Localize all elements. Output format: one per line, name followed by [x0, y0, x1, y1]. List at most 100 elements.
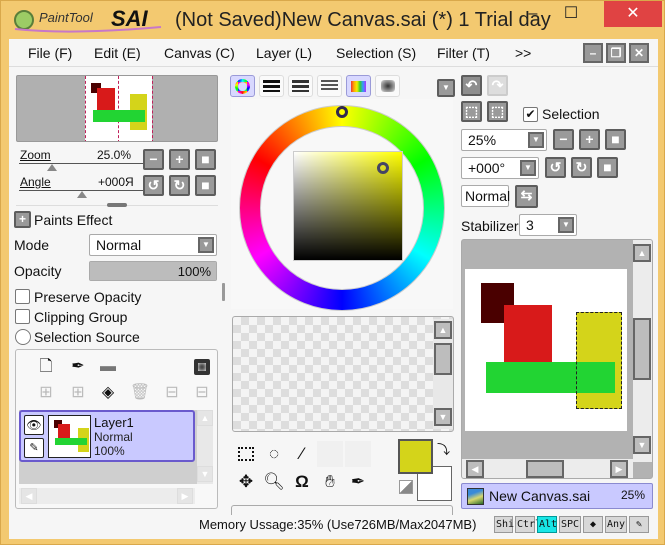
new-layer-icon[interactable]: 🗋 — [35, 356, 57, 378]
layer-scroll-down[interactable]: ▼ — [197, 466, 213, 482]
canvas-angle-reset-button[interactable]: ■ — [597, 157, 618, 178]
minimize-button[interactable]: – — [513, 1, 553, 27]
canvas-scroll-down[interactable]: ▼ — [633, 436, 651, 454]
selection-source-radio[interactable] — [15, 329, 31, 345]
canvas-rotate-cw-button[interactable]: ↻ — [571, 157, 592, 178]
mode-dropdown[interactable]: Normal ▼ — [89, 234, 217, 256]
merge-down-icon[interactable]: ⊟ — [191, 382, 213, 404]
menu-edit[interactable]: Edit (E) — [94, 45, 141, 61]
mdi-restore-button[interactable]: ❐ — [606, 43, 626, 63]
maximize-button[interactable]: ☐ — [551, 1, 591, 27]
canvas-scroll-thumb-h[interactable] — [526, 460, 564, 478]
canvas-zoom-dropdown[interactable]: 25% ▼ — [461, 129, 547, 151]
tab-swatches[interactable] — [346, 75, 371, 97]
rotate-cw-button[interactable]: ↻ — [169, 175, 190, 196]
menu-layer[interactable]: Layer (L) — [256, 45, 312, 61]
redo-button[interactable]: ↷ — [487, 75, 508, 96]
canvas-scroll-thumb-v[interactable] — [633, 318, 651, 380]
tab-hsv-sliders[interactable] — [288, 75, 313, 97]
menu-filter[interactable]: Filter (T) — [437, 45, 490, 61]
color-menu-dropdown[interactable]: ▼ — [437, 79, 455, 97]
layer-scroll-up[interactable]: ▲ — [197, 410, 213, 426]
zoom-slider[interactable] — [19, 163, 143, 171]
hue-cursor[interactable] — [336, 106, 348, 118]
paste-layer-icon[interactable]: ⊞ — [35, 382, 57, 404]
close-button[interactable]: ✕ — [604, 1, 662, 27]
angle-slider[interactable] — [19, 190, 143, 198]
rect-select-tool[interactable] — [233, 441, 259, 467]
deselect-button[interactable]: ⬚ — [461, 101, 482, 122]
modifier-alt[interactable]: Alt — [537, 516, 557, 533]
layer-scrollbar-v[interactable]: ▲ ▼ — [197, 410, 213, 484]
mdi-close-button[interactable]: ✕ — [629, 43, 649, 63]
canvas-zoom-out-button[interactable]: − — [553, 129, 574, 150]
canvas-scrollbar-h[interactable]: ◀ ▶ — [462, 459, 633, 478]
opacity-slider[interactable]: 100% — [89, 261, 217, 281]
mdi-minimize-button[interactable]: – — [583, 43, 603, 63]
canvas-scroll-left[interactable]: ◀ — [466, 460, 484, 478]
pen-pressure-icon[interactable]: ✎ — [629, 516, 649, 533]
tab-rgb-sliders[interactable] — [259, 75, 284, 97]
swatch-scrollbar[interactable]: ▲ ▼ — [433, 319, 453, 429]
modifier-ctrl[interactable]: Ctrl — [515, 516, 541, 533]
undo-button[interactable]: ↶ — [461, 75, 482, 96]
lasso-tool[interactable]: ◌ — [261, 441, 287, 467]
layer-row[interactable]: 👁 ✎ Layer1 Normal 100% — [19, 410, 195, 462]
delete-layer-icon[interactable]: 🗑 — [129, 382, 151, 404]
angle-slider-thumb[interactable] — [77, 191, 87, 198]
menu-more[interactable]: >> — [515, 45, 531, 61]
reset-colors-icon[interactable] — [399, 480, 413, 494]
zoom-tool[interactable]: 🔍︎ — [261, 469, 287, 495]
canvas-scrollbar-v[interactable]: ▲ ▼ — [633, 240, 652, 462]
swap-colors-icon[interactable]: ⤵ — [437, 439, 450, 458]
swatch-scroll-thumb[interactable] — [434, 343, 452, 375]
new-linework-layer-icon[interactable]: ✒ — [67, 356, 89, 378]
canvas-zoom-reset-button[interactable]: ■ — [605, 129, 626, 150]
layer-scrollbar-h[interactable]: ◀ ▶ — [19, 488, 195, 504]
zoom-slider-thumb[interactable] — [47, 164, 57, 171]
canvas-view[interactable]: ▲ ▼ ◀ ▶ — [461, 239, 653, 479]
invert-selection-button[interactable]: ⬚ — [487, 101, 508, 122]
canvas-scroll-right[interactable]: ▶ — [610, 460, 628, 478]
tab-scratchpad[interactable] — [375, 75, 400, 97]
primary-color[interactable] — [398, 439, 433, 474]
panel-scroll-indicator[interactable] — [222, 283, 225, 301]
eye-icon[interactable]: 👁 — [24, 415, 44, 435]
eyedropper-tool[interactable]: ✒ — [345, 469, 371, 495]
modifier-space[interactable]: SPC — [559, 516, 581, 533]
canvas-zoom-in-button[interactable]: + — [579, 129, 600, 150]
canvas-tab[interactable]: New Canvas.sai 25% — [461, 483, 653, 509]
preserve-opacity-checkbox[interactable] — [15, 289, 30, 304]
new-mask-icon[interactable] — [191, 356, 213, 378]
rotate-ccw-button[interactable]: ↺ — [143, 175, 164, 196]
canvas-rotate-ccw-button[interactable]: ↺ — [545, 157, 566, 178]
magic-wand-tool[interactable]: ⁄ — [289, 441, 315, 467]
canvas-angle-dropdown[interactable]: +000° ▼ — [461, 157, 539, 179]
sv-cursor[interactable] — [377, 162, 389, 174]
brush-lock-icon[interactable]: ✎ — [24, 438, 44, 458]
stabilizer-dropdown[interactable]: 3 ▼ — [519, 214, 577, 236]
paints-effect-label[interactable]: Paints Effect — [34, 212, 112, 228]
selection-checkbox[interactable]: ✔ — [523, 107, 538, 122]
hand-tool[interactable]: ✋︎ — [317, 469, 343, 495]
zoom-in-button[interactable]: + — [169, 149, 190, 170]
paints-effect-expand-icon[interactable]: + — [14, 211, 31, 228]
clipping-group-checkbox[interactable] — [15, 309, 30, 324]
splitter-handle[interactable] — [107, 203, 127, 207]
layer-scroll-left[interactable]: ◀ — [21, 488, 37, 504]
modifier-any[interactable]: Any — [605, 516, 627, 533]
menu-file[interactable]: File (F) — [28, 45, 72, 61]
rotate-tool[interactable]: Ω — [289, 469, 315, 495]
blend-mode-button[interactable]: Normal — [461, 185, 510, 207]
cut-layer-icon[interactable]: ⊞ — [67, 382, 89, 404]
move-tool[interactable]: ✥ — [233, 469, 259, 495]
menu-selection[interactable]: Selection (S) — [336, 45, 416, 61]
transfer-down-icon[interactable]: ⊟ — [161, 382, 183, 404]
brush-tabs-strip[interactable] — [231, 505, 453, 515]
tab-gradient-sliders[interactable] — [317, 75, 342, 97]
flip-horizontal-button[interactable]: ⇆ — [515, 185, 538, 208]
angle-reset-button[interactable]: ■ — [195, 175, 216, 196]
zoom-out-button[interactable]: − — [143, 149, 164, 170]
tab-color-wheel[interactable] — [230, 75, 255, 97]
modifier-move-icon[interactable]: ◆ — [583, 516, 603, 533]
